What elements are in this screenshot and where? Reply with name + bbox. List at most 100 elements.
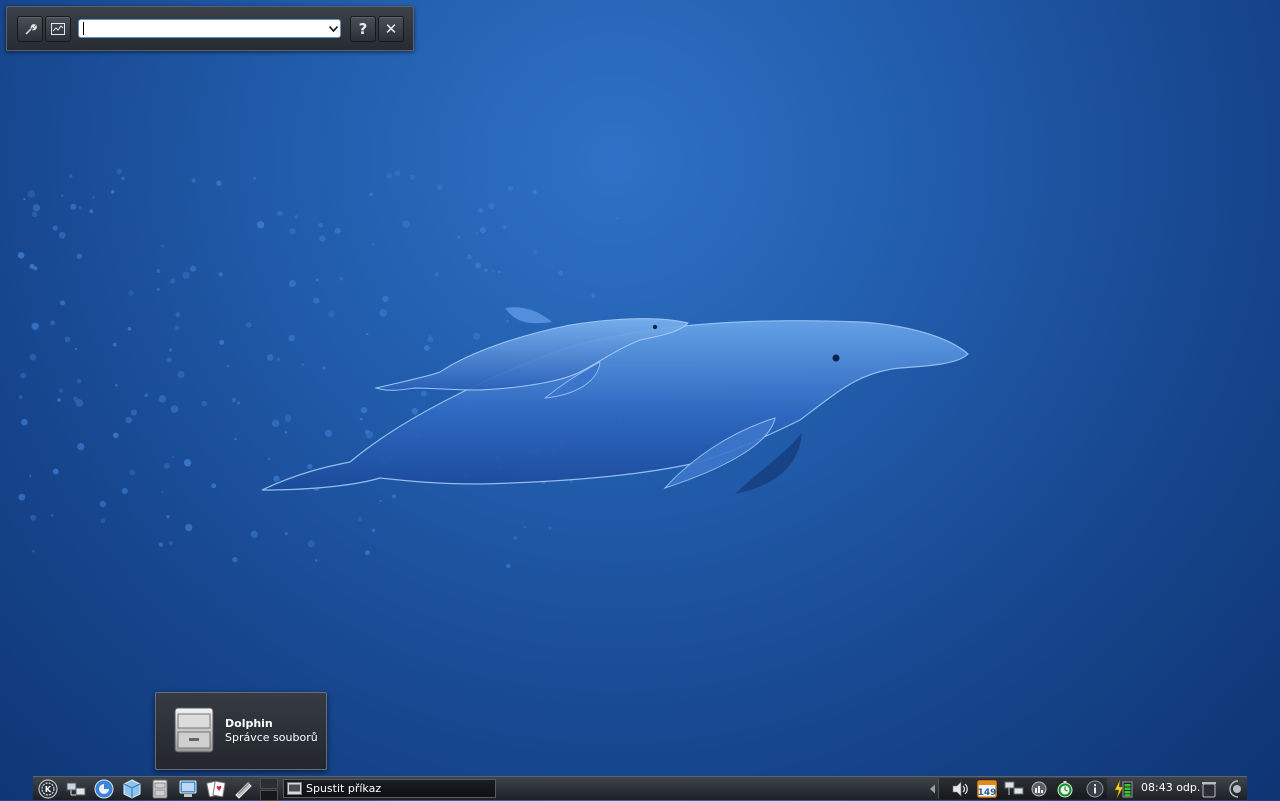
water-bubble bbox=[100, 518, 106, 524]
krunner-dialog: ? ✕ bbox=[6, 6, 414, 51]
water-bubble bbox=[371, 528, 376, 533]
water-bubble bbox=[57, 398, 61, 402]
water-bubble bbox=[50, 513, 54, 517]
pager-desktop-2[interactable] bbox=[260, 790, 278, 801]
launcher-card-game[interactable] bbox=[205, 778, 227, 799]
water-bubble bbox=[169, 541, 173, 545]
text-caret bbox=[83, 22, 84, 35]
taskbar-panel: K Spustit příkaz 149 08:43 odp. bbox=[33, 776, 1247, 801]
tray-expand-button[interactable] bbox=[927, 778, 937, 799]
settings-button[interactable] bbox=[17, 16, 43, 42]
kde-menu-button[interactable]: K bbox=[37, 778, 59, 799]
water-bubble bbox=[358, 517, 362, 522]
water-bubble bbox=[532, 249, 539, 255]
tray-timer[interactable] bbox=[1054, 778, 1076, 799]
water-bubble bbox=[211, 483, 217, 489]
water-bubble bbox=[366, 333, 369, 336]
water-bubble bbox=[29, 263, 35, 269]
water-bubble bbox=[32, 204, 41, 212]
tray-network[interactable] bbox=[1003, 778, 1025, 799]
water-bubble bbox=[182, 271, 190, 279]
terminal-window-icon bbox=[287, 782, 302, 795]
system-activity-button[interactable] bbox=[45, 16, 71, 42]
water-bubble bbox=[252, 176, 257, 181]
water-bubble bbox=[334, 227, 341, 234]
plasma-toolbox-button[interactable] bbox=[1225, 778, 1245, 799]
water-bubble bbox=[161, 491, 164, 494]
water-bubble bbox=[273, 475, 280, 482]
water-bubble bbox=[191, 178, 196, 183]
water-bubble bbox=[32, 550, 35, 553]
water-bubble bbox=[27, 190, 36, 198]
water-bubble bbox=[467, 254, 472, 260]
command-input[interactable] bbox=[78, 19, 341, 38]
water-bubble bbox=[288, 334, 296, 342]
launcher-tooltip: Dolphin Správce souborů bbox=[155, 692, 327, 770]
trash-button[interactable] bbox=[1198, 778, 1220, 799]
water-bubble bbox=[166, 515, 170, 519]
water-bubble bbox=[18, 493, 26, 501]
tray-volume[interactable] bbox=[949, 778, 971, 799]
water-bubble bbox=[421, 390, 427, 397]
water-bubble bbox=[77, 443, 85, 451]
history-dropdown-button[interactable] bbox=[327, 20, 340, 37]
launcher-system-settings[interactable] bbox=[177, 778, 199, 799]
water-bubble bbox=[219, 339, 225, 345]
water-bubble bbox=[23, 198, 26, 201]
kde-menu-icon: K bbox=[38, 778, 58, 799]
water-bubble bbox=[174, 325, 180, 331]
water-bubble bbox=[369, 192, 374, 197]
water-bubble bbox=[52, 225, 58, 231]
water-bubble bbox=[257, 221, 265, 229]
launcher-konqueror[interactable] bbox=[93, 778, 115, 799]
water-bubble bbox=[59, 300, 66, 306]
tray-notifications[interactable] bbox=[1084, 778, 1106, 799]
water-bubble bbox=[284, 431, 288, 434]
water-bubble bbox=[505, 563, 511, 569]
water-bubble bbox=[386, 172, 393, 179]
water-bubble bbox=[394, 170, 401, 177]
virtual-desktop-pager[interactable] bbox=[260, 778, 278, 801]
tooltip-title: Dolphin bbox=[225, 717, 273, 730]
water-bubble bbox=[371, 242, 375, 246]
water-bubble bbox=[177, 371, 185, 379]
water-bubble bbox=[121, 176, 125, 181]
water-bubble bbox=[18, 394, 23, 400]
konqueror-icon bbox=[94, 779, 114, 798]
close-button[interactable]: ✕ bbox=[378, 16, 404, 42]
water-bubble bbox=[68, 174, 73, 179]
water-bubble bbox=[158, 542, 164, 547]
water-bubble bbox=[507, 185, 513, 191]
water-bubble bbox=[64, 336, 71, 343]
water-bubble bbox=[129, 469, 136, 476]
launcher-file-manager[interactable] bbox=[149, 778, 171, 799]
water-bubble bbox=[322, 366, 326, 370]
wrench-icon bbox=[25, 24, 37, 35]
close-icon: ✕ bbox=[384, 20, 398, 38]
water-bubble bbox=[476, 231, 479, 234]
tray-network-monitor[interactable] bbox=[1028, 778, 1050, 799]
taskbar-task-krunner[interactable]: Spustit příkaz bbox=[283, 779, 496, 798]
water-bubble bbox=[21, 418, 28, 426]
tray-calendar[interactable]: 149 bbox=[976, 778, 998, 799]
water-bubble bbox=[523, 525, 526, 529]
package-cube-icon bbox=[123, 778, 141, 799]
water-bubble bbox=[76, 253, 83, 259]
water-bubble bbox=[513, 536, 517, 540]
launcher-network[interactable] bbox=[65, 778, 87, 799]
water-bubble bbox=[267, 457, 271, 461]
file-cabinet-icon bbox=[174, 707, 214, 753]
water-bubble bbox=[125, 416, 132, 424]
water-bubble bbox=[289, 280, 296, 287]
water-bubble bbox=[428, 335, 431, 337]
water-bubble bbox=[502, 225, 507, 230]
water-bubble bbox=[232, 556, 238, 563]
digital-clock[interactable]: 08:43 odp. bbox=[1141, 781, 1200, 794]
launcher-editor[interactable] bbox=[233, 778, 255, 799]
tray-battery[interactable] bbox=[1113, 778, 1135, 799]
water-bubble bbox=[170, 278, 176, 284]
svg-text:K: K bbox=[45, 785, 52, 794]
launcher-package[interactable] bbox=[121, 778, 143, 799]
help-button[interactable]: ? bbox=[350, 16, 376, 42]
pager-desktop-1[interactable] bbox=[260, 778, 278, 789]
